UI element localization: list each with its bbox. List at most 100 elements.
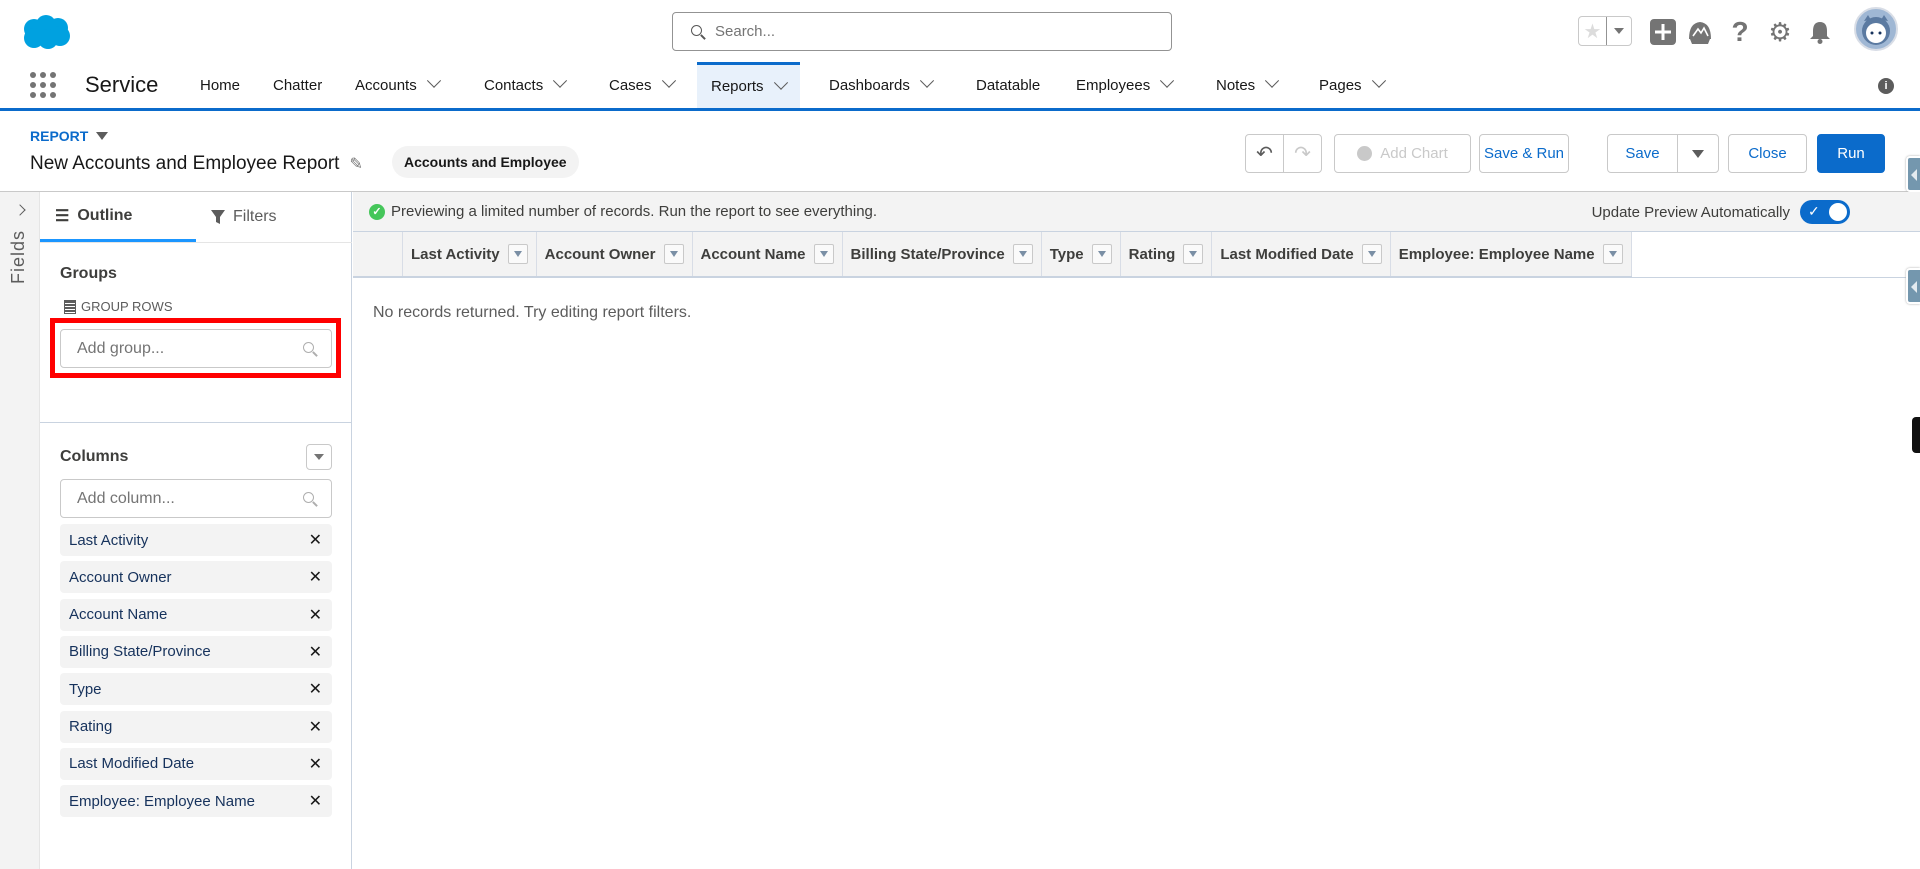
trailhead-button[interactable] bbox=[1686, 18, 1714, 46]
nav-item-employees[interactable]: Employees bbox=[1062, 62, 1186, 108]
nav-item-label: Contacts bbox=[484, 76, 544, 94]
remove-column-icon[interactable]: ✕ bbox=[309, 679, 322, 699]
side-panel-toggle-icon[interactable] bbox=[1906, 268, 1920, 304]
column-header-label: Employee: Employee Name bbox=[1398, 245, 1595, 263]
nav-item-contacts[interactable]: Contacts bbox=[470, 62, 579, 108]
report-title-container: New Accounts and Employee Report ✎ bbox=[30, 153, 363, 175]
global-actions-button[interactable] bbox=[1649, 18, 1677, 46]
report-menu[interactable]: REPORT bbox=[30, 128, 109, 144]
notifications-button[interactable] bbox=[1806, 18, 1834, 46]
tab-outline[interactable]: ☰ Outline bbox=[40, 192, 196, 242]
column-pill[interactable]: Type ✕ bbox=[60, 673, 332, 706]
column-menu-button[interactable] bbox=[663, 244, 684, 264]
column-menu-button[interactable] bbox=[813, 244, 834, 264]
astro-avatar-icon bbox=[1862, 15, 1890, 45]
expand-chevron-icon[interactable] bbox=[14, 204, 26, 216]
auto-update-toggle[interactable]: ✓ bbox=[1800, 200, 1850, 224]
chevron-down-icon[interactable] bbox=[661, 73, 676, 88]
nav-item-cases[interactable]: Cases bbox=[595, 62, 688, 108]
save-and-run-button[interactable]: Save & Run bbox=[1479, 134, 1569, 173]
close-button[interactable]: Close bbox=[1728, 134, 1807, 173]
scroll-handle[interactable] bbox=[1912, 417, 1920, 453]
edit-pencil-icon[interactable]: ✎ bbox=[349, 154, 362, 174]
report-type-badge: Accounts and Employee bbox=[392, 146, 579, 178]
column-pill[interactable]: Last Modified Date ✕ bbox=[60, 747, 332, 780]
chart-icon bbox=[1357, 146, 1373, 161]
chevron-down-icon[interactable] bbox=[553, 73, 568, 88]
nav-item-datatable[interactable]: Datatable bbox=[962, 62, 1054, 108]
remove-column-icon[interactable]: ✕ bbox=[309, 791, 322, 811]
add-chart-button[interactable]: Add Chart bbox=[1334, 134, 1471, 173]
remove-column-icon[interactable]: ✕ bbox=[309, 567, 322, 587]
favorite-star-icon[interactable]: ★ bbox=[1579, 17, 1607, 45]
run-button[interactable]: Run bbox=[1817, 134, 1885, 173]
add-group-input[interactable]: Add group... bbox=[60, 329, 332, 368]
notifications-bell-icon bbox=[1810, 22, 1830, 44]
nav-item-chatter[interactable]: Chatter bbox=[259, 62, 336, 108]
column-pill[interactable]: Rating ✕ bbox=[60, 710, 332, 743]
column-menu-button[interactable] bbox=[1602, 244, 1623, 264]
caret-down-icon bbox=[819, 251, 828, 257]
favorites-button[interactable]: ★ bbox=[1578, 16, 1632, 46]
chevron-down-icon[interactable] bbox=[1371, 73, 1386, 88]
column-header[interactable]: Type bbox=[1042, 232, 1121, 276]
caret-down-icon bbox=[96, 132, 109, 140]
column-pill[interactable]: Billing State/Province ✕ bbox=[60, 635, 332, 668]
group-rows-label-container: GROUP ROWS bbox=[64, 299, 173, 314]
nav-item-home[interactable]: Home bbox=[186, 62, 254, 108]
remove-column-icon[interactable]: ✕ bbox=[309, 530, 322, 550]
columns-menu-button[interactable] bbox=[306, 444, 332, 470]
nav-item-accounts[interactable]: Accounts bbox=[341, 62, 453, 108]
column-header[interactable]: Rating bbox=[1121, 232, 1213, 276]
column-header[interactable]: Billing State/Province bbox=[843, 232, 1042, 276]
undo-button[interactable]: ↶ bbox=[1245, 134, 1284, 173]
add-column-input[interactable]: Add column... bbox=[60, 479, 332, 518]
redo-button[interactable]: ↷ bbox=[1283, 134, 1322, 173]
column-pill[interactable]: Account Name ✕ bbox=[60, 598, 332, 631]
column-header[interactable]: Last Modified Date bbox=[1212, 232, 1391, 276]
global-search-input[interactable]: Search... bbox=[672, 12, 1172, 51]
help-button[interactable]: ? bbox=[1726, 16, 1754, 47]
setup-button[interactable]: ⚙ bbox=[1766, 17, 1794, 47]
checkmark-icon: ✓ bbox=[1808, 203, 1820, 219]
remove-column-icon[interactable]: ✕ bbox=[309, 642, 322, 662]
chevron-down-icon[interactable] bbox=[773, 75, 788, 90]
fields-panel-collapsed[interactable]: Fields bbox=[0, 192, 40, 869]
column-menu-button[interactable] bbox=[1091, 244, 1112, 264]
column-menu-button[interactable] bbox=[1361, 244, 1382, 264]
app-launcher-icon[interactable] bbox=[30, 72, 56, 98]
chevron-down-icon[interactable] bbox=[1160, 73, 1175, 88]
chevron-down-icon[interactable] bbox=[1265, 73, 1280, 88]
salesforce-logo[interactable] bbox=[20, 14, 72, 50]
column-menu-button[interactable] bbox=[1012, 244, 1033, 264]
side-panel-toggle-icon[interactable] bbox=[1906, 156, 1920, 192]
column-menu-button[interactable] bbox=[507, 244, 528, 264]
info-icon[interactable]: i bbox=[1878, 78, 1894, 94]
column-header[interactable]: Last Activity bbox=[403, 232, 537, 276]
column-header-label: Last Activity bbox=[411, 245, 500, 263]
nav-item-reports[interactable]: Reports bbox=[697, 62, 800, 108]
nav-item-pages[interactable]: Pages bbox=[1305, 62, 1398, 108]
chevron-down-icon[interactable] bbox=[919, 73, 934, 88]
remove-column-icon[interactable]: ✕ bbox=[309, 754, 322, 774]
column-menu-button[interactable] bbox=[1183, 244, 1204, 264]
save-button[interactable]: Save bbox=[1607, 134, 1678, 173]
favorites-menu-button[interactable] bbox=[1607, 17, 1631, 45]
tab-filters[interactable]: Filters bbox=[196, 192, 352, 242]
trailhead-icon bbox=[1689, 22, 1711, 44]
add-chart-label: Add Chart bbox=[1380, 145, 1448, 162]
remove-column-icon[interactable]: ✕ bbox=[309, 717, 322, 737]
column-header[interactable]: Account Name bbox=[693, 232, 843, 276]
remove-column-icon[interactable]: ✕ bbox=[309, 605, 322, 625]
column-pill[interactable]: Employee: Employee Name ✕ bbox=[60, 785, 332, 818]
chevron-down-icon[interactable] bbox=[426, 73, 441, 88]
nav-item-dashboards[interactable]: Dashboards bbox=[815, 62, 946, 108]
column-header[interactable]: Account Owner bbox=[537, 232, 693, 276]
nav-item-notes[interactable]: Notes bbox=[1202, 62, 1291, 108]
column-pill[interactable]: Account Owner ✕ bbox=[60, 561, 332, 594]
toggle-knob bbox=[1829, 203, 1847, 221]
save-options-menu-button[interactable] bbox=[1677, 134, 1719, 173]
column-pill[interactable]: Last Activity ✕ bbox=[60, 524, 332, 556]
column-header[interactable]: Employee: Employee Name bbox=[1391, 232, 1632, 276]
user-avatar[interactable] bbox=[1854, 7, 1898, 51]
